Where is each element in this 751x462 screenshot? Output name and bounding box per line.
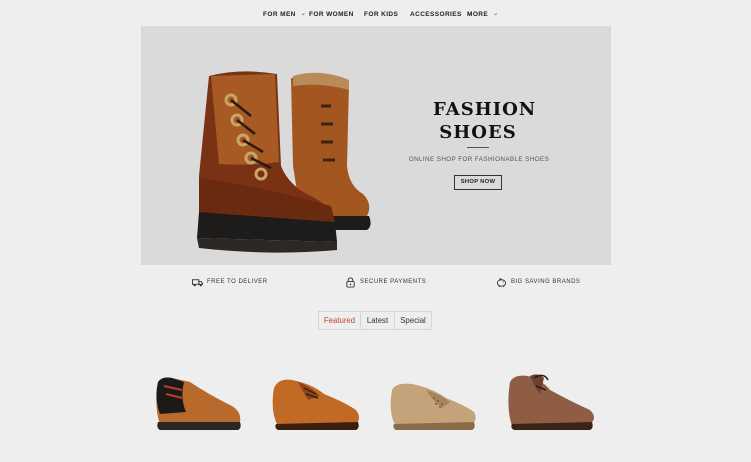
nav-item-for-men[interactable]: FOR MEN ⌄	[263, 9, 306, 21]
feature-free-delivery: FREE TO DELIVER	[192, 276, 268, 288]
piggy-bank-icon	[496, 277, 507, 287]
tab-special[interactable]: Special	[395, 312, 431, 329]
black-tan-oxford-shoe-image	[156, 377, 241, 430]
tan-brogue-oxford-shoe-image	[272, 379, 359, 430]
feature-label: BIG SAVING BRANDS	[511, 279, 581, 285]
nav-item-for-kids[interactable]: FOR KIDS	[364, 9, 398, 21]
product-card[interactable]	[386, 368, 481, 434]
nav-item-more[interactable]: MORE ⌄	[467, 9, 499, 21]
shop-now-button[interactable]: SHOP NOW	[454, 175, 502, 190]
tab-latest[interactable]: Latest	[361, 312, 395, 329]
feature-secure-payments: SECURE PAYMENTS	[345, 276, 426, 288]
hero-title: FASHION SHOES	[433, 98, 537, 144]
hero-subtitle: ONLINE SHOP FOR FASHIONABLE SHOES	[408, 156, 550, 163]
product-tabs: Featured Latest Special	[318, 311, 432, 330]
boots-image	[197, 71, 371, 253]
truck-icon	[192, 278, 203, 286]
feature-label: FREE TO DELIVER	[207, 279, 268, 285]
lock-icon	[346, 276, 355, 288]
product-card[interactable]	[504, 368, 599, 434]
brown-lace-up-shoe-image	[508, 374, 594, 430]
nav-label: ACCESSORIES	[410, 11, 462, 18]
nav-label: FOR MEN	[263, 11, 296, 18]
chevron-down-icon: ⌄	[300, 11, 307, 17]
feature-label: SECURE PAYMENTS	[360, 279, 427, 285]
feature-big-saving-brands: BIG SAVING BRANDS	[496, 276, 580, 288]
nav-label: MORE	[467, 11, 489, 18]
product-card[interactable]	[150, 368, 245, 434]
main-nav: FOR MEN ⌄ FOR WOMEN FOR KIDS ACCESSORIES ⌄…	[0, 9, 751, 21]
hero-title-line2: SHOES	[439, 122, 517, 143]
hero-banner: FASHION SHOES ONLINE SHOP FOR FASHIONABL…	[141, 26, 611, 265]
nav-label: FOR KIDS	[364, 11, 399, 18]
chevron-down-icon: ⌄	[493, 11, 499, 17]
product-card[interactable]	[268, 368, 363, 434]
nav-item-for-women[interactable]: FOR WOMEN	[309, 9, 354, 21]
beige-perforated-loafer-image	[390, 383, 476, 430]
tab-featured[interactable]: Featured	[319, 312, 361, 329]
hero-title-line1: FASHION	[433, 99, 537, 120]
nav-item-accessories[interactable]: ACCESSORIES ⌄	[410, 9, 472, 21]
nav-label: FOR WOMEN	[309, 11, 354, 18]
hero-divider	[467, 147, 489, 148]
